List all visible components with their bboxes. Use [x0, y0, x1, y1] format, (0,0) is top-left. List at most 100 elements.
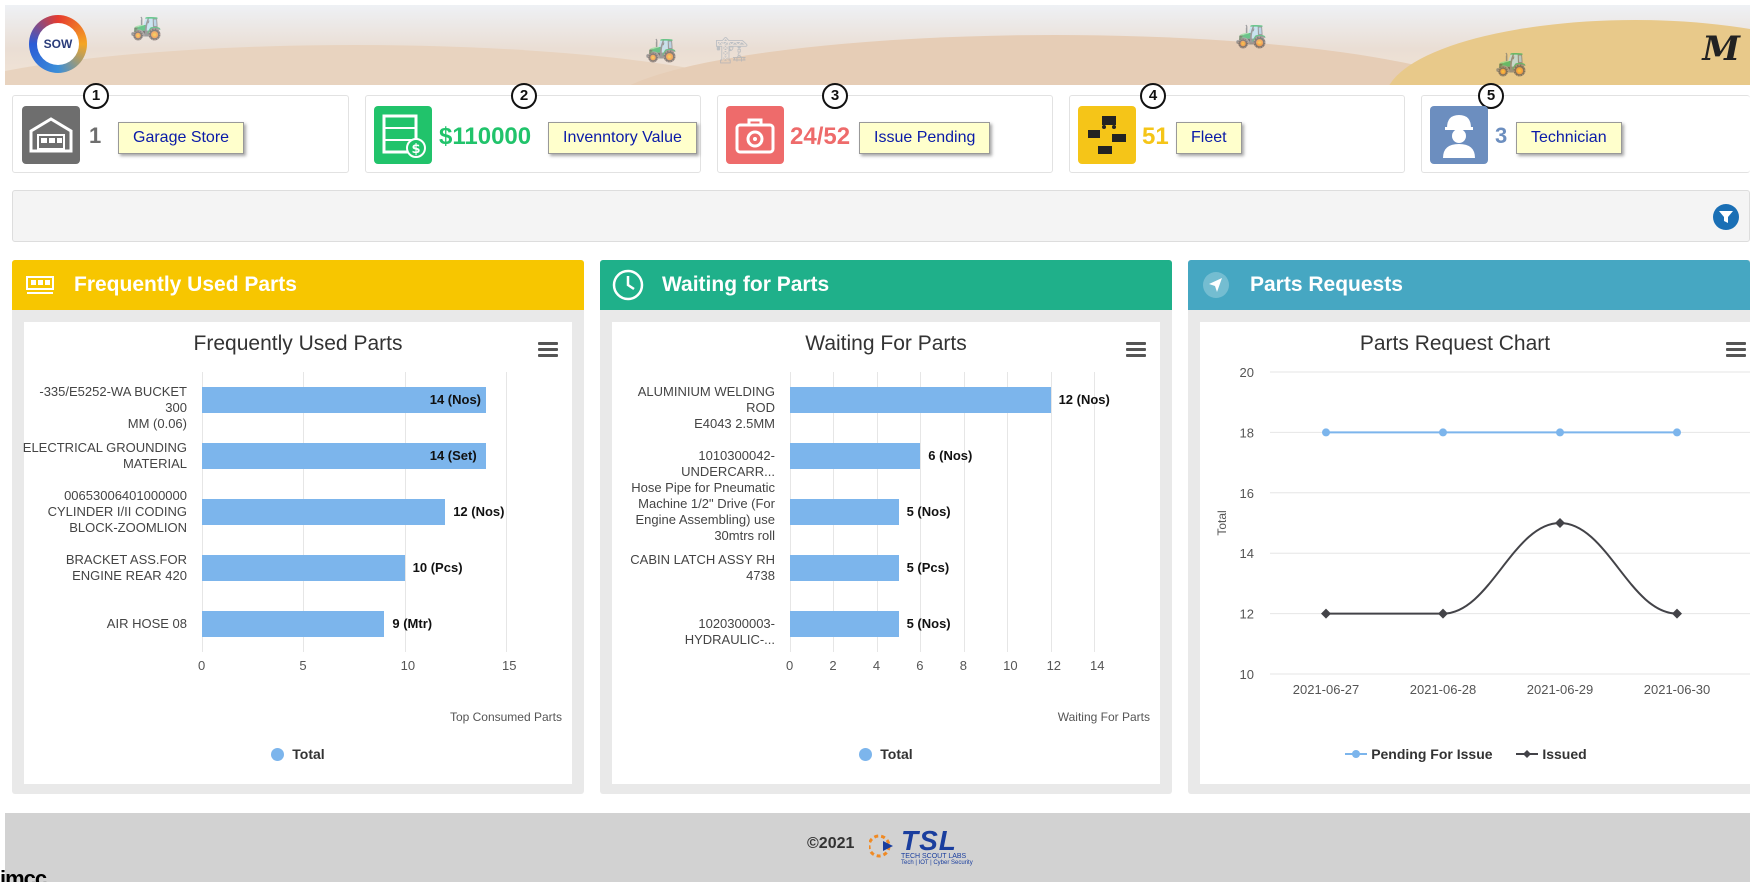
truck-icon: 🚜	[1235, 19, 1268, 49]
filter-icon[interactable]	[1713, 204, 1739, 230]
send-arrow-icon	[1198, 267, 1234, 303]
y-tick-label: 20	[1240, 365, 1254, 380]
kpi-label[interactable]: Fleet	[1176, 122, 1242, 154]
panel-title: Parts Requests	[1250, 273, 1403, 296]
shelves-dollar-icon: $	[374, 106, 432, 164]
legend-marker	[271, 748, 285, 761]
kpi-card-issue-pending[interactable]: 3 24/52 Issue Pending	[717, 83, 1053, 173]
point-marker[interactable]	[1672, 608, 1682, 619]
chart-menu-icon[interactable]	[538, 342, 558, 358]
sow-logo[interactable]: SOW	[29, 15, 87, 73]
copyright-text: ©2021	[807, 835, 855, 852]
category-label: CABIN LATCH ASSY RH 4738	[630, 552, 775, 583]
data-label: 5 (Nos)	[906, 504, 951, 519]
kpi-card-technician[interactable]: 5 3 Technician	[1421, 83, 1750, 173]
chart-parts-requests: Parts Request Chart 10 12 14 16 18 20 Total 202…	[1200, 322, 1750, 784]
truck-icon: 🚜	[130, 11, 163, 41]
chart-legend[interactable]: Total	[24, 746, 572, 762]
bar[interactable]	[790, 499, 899, 525]
bar[interactable]	[202, 611, 385, 637]
x-axis-title: Top Consumed Parts	[449, 710, 562, 724]
data-label: 10 (Pcs)	[412, 560, 463, 575]
point-marker[interactable]	[1438, 608, 1448, 619]
point-marker[interactable]	[1556, 428, 1564, 437]
legend-item-pending[interactable]: Pending For Issue	[1345, 746, 1493, 762]
x-tick-label: 14	[1090, 658, 1105, 673]
x-tick-label: 8	[959, 658, 967, 673]
bar[interactable]	[790, 443, 921, 469]
x-tick-label: 0	[198, 658, 206, 673]
bar[interactable]	[790, 555, 899, 581]
gridline	[1094, 372, 1095, 652]
kpi-card-fleet[interactable]: 4 51 Fleet	[1069, 83, 1405, 173]
warehouse-icon	[22, 106, 80, 164]
toolbox-gear-icon	[726, 106, 784, 164]
panel-parts-requests: Parts Requests Parts Request Chart 10 12 1…	[1188, 260, 1750, 794]
point-marker[interactable]	[1555, 518, 1565, 528]
corner-watermark: imcc	[0, 866, 47, 882]
category-label: ELECTRICAL GROUNDING MATERIAL	[22, 440, 187, 471]
bar[interactable]	[790, 611, 899, 637]
x-axis-title: Waiting For Parts	[1057, 710, 1150, 724]
legend-label: Pending For Issue	[1371, 746, 1493, 762]
footer: ©2021 TSL TECH SCOUT LABS Tech | IOT | C…	[5, 813, 1750, 882]
x-tick-label: 2	[829, 658, 837, 673]
banner-hill	[1385, 20, 1750, 85]
filter-bar	[12, 190, 1750, 242]
bar[interactable]	[790, 387, 1051, 413]
x-tick-label: 10	[400, 658, 416, 673]
chart-legend[interactable]: Pending For Issue Issued	[1200, 745, 1732, 762]
legend-item-issued[interactable]: Issued	[1516, 746, 1587, 762]
x-tick-label: 2021-06-28	[1410, 682, 1477, 697]
kpi-card-inventory-value[interactable]: 2 $ $110000 Invenntory Value	[365, 83, 701, 173]
kpi-card-garage-store[interactable]: 1 1 Garage Store	[12, 83, 349, 173]
x-tick-label: 5	[299, 658, 307, 673]
category-label: -335/E5252-WA BUCKET 300 MM (0.06)	[39, 384, 187, 431]
header-banner: 🚜 🚜 🏗 🚜 🚜 SOW M	[5, 5, 1750, 85]
kpi-number: 2	[511, 83, 537, 109]
data-label: 5 (Pcs)	[906, 560, 950, 575]
excavator-icon: 🏗	[715, 35, 749, 65]
category-label: 00653006401000000 CYLINDER I/II CODING BLO…	[47, 488, 187, 535]
data-label: 9 (Mtr)	[392, 616, 433, 631]
kpi-label[interactable]: Garage Store	[118, 122, 245, 154]
bar[interactable]	[202, 555, 405, 581]
chart-frequently-used-parts: Frequently Used Parts 0 5 10 15 -335/E5252-W…	[22, 322, 572, 784]
tsl-brand-tag: Tech | IOT | Cyber Security	[901, 860, 973, 866]
y-tick-label: 14	[1240, 546, 1254, 561]
data-label: 14 (Nos)	[429, 392, 482, 407]
x-tick-label: 15	[502, 658, 517, 673]
point-marker[interactable]	[1439, 428, 1447, 437]
gridline	[963, 372, 965, 652]
panel-header: Waiting for Parts	[600, 260, 1172, 310]
clock-icon	[610, 267, 646, 303]
x-tick-label: 6	[916, 658, 924, 673]
truck-icon: 🚜	[645, 33, 678, 63]
bar[interactable]	[202, 499, 446, 525]
chart-legend[interactable]: Total	[612, 746, 1160, 762]
gridline	[1007, 372, 1009, 652]
legend-label: Issued	[1542, 746, 1587, 762]
x-tick-label: 2021-06-30	[1644, 682, 1711, 697]
truck-icon: 🚜	[1495, 47, 1528, 77]
category-label: 1010300042-UNDERCARR...	[681, 448, 775, 479]
point-marker[interactable]	[1322, 428, 1330, 437]
conveyor-icon	[22, 267, 58, 303]
panel-title: Frequently Used Parts	[74, 273, 297, 296]
chart-waiting-for-parts: Waiting For Parts 0 2 4 6 8 10 12 14 ALUMINIUM W…	[612, 322, 1160, 784]
data-label: 5 (Nos)	[906, 616, 951, 631]
point-marker[interactable]	[1673, 428, 1681, 437]
chart-title: Waiting For Parts	[805, 332, 967, 355]
kpi-label[interactable]: Issue Pending	[859, 122, 991, 154]
chart-menu-icon[interactable]	[1126, 342, 1146, 358]
kpi-label[interactable]: Invenntory Value	[548, 122, 697, 154]
kpi-label[interactable]: Technician	[1516, 122, 1622, 154]
legend-label: Total	[292, 746, 325, 762]
y-tick-label: 12	[1240, 607, 1254, 622]
y-tick-label: 16	[1240, 486, 1254, 501]
data-label: 6 (Nos)	[928, 448, 973, 463]
panel-header: Parts Requests	[1188, 260, 1750, 310]
point-marker[interactable]	[1321, 608, 1331, 619]
kpi-value: $110000	[439, 123, 532, 150]
tsl-logo[interactable]: TSL TECH SCOUT LABS Tech | IOT | Cyber S…	[869, 825, 973, 866]
